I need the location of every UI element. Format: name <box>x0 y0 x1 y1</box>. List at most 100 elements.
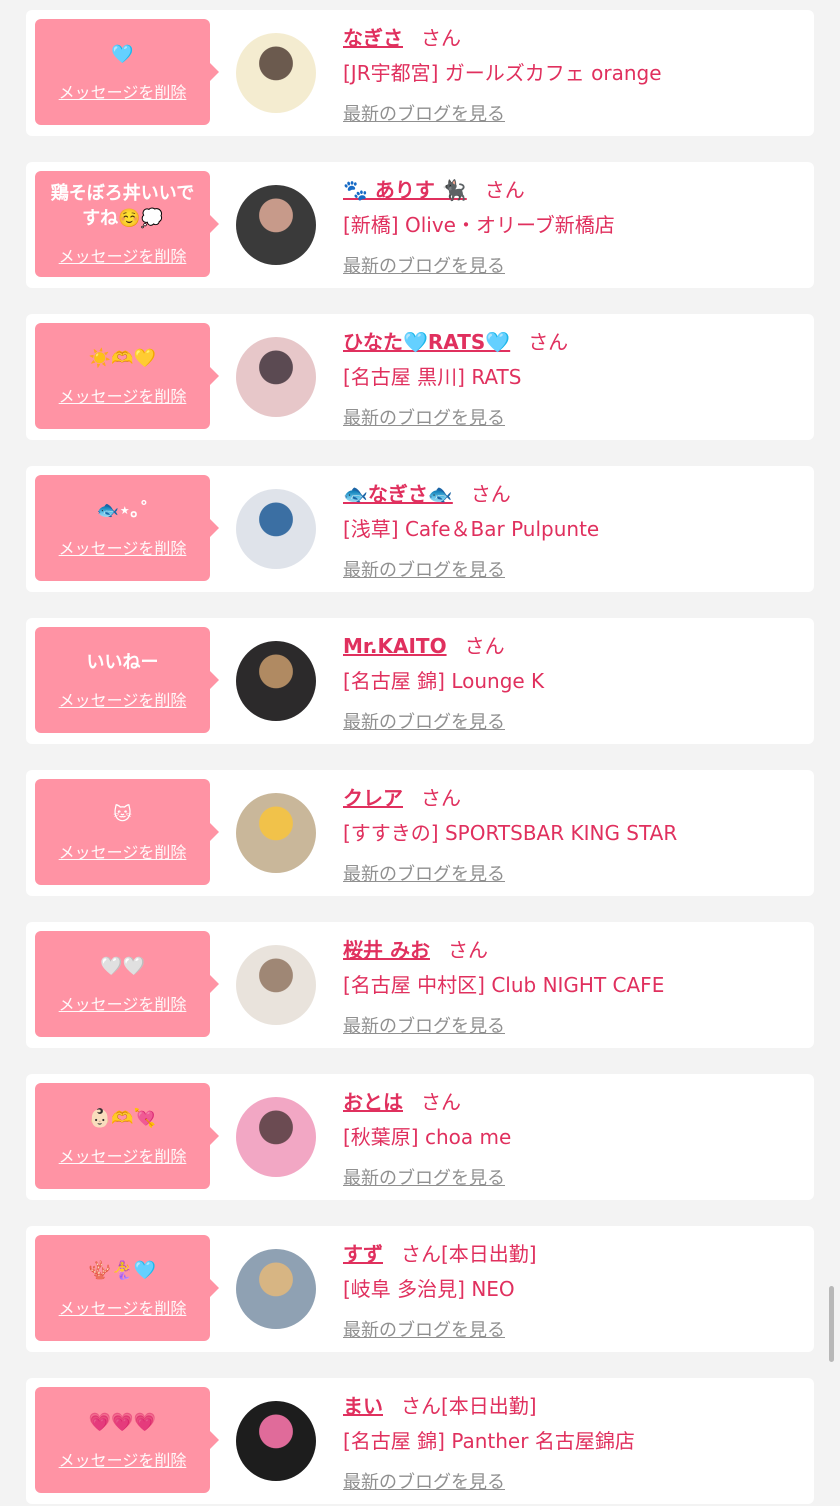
message-card: 🪸🧜‍♀️🩵 メッセージを削除 すず さん [本日出勤] [岐阜 多治見] NE… <box>26 1226 814 1352</box>
name-line: なぎさ さん <box>343 22 461 52</box>
message-text: 🐱 <box>113 803 132 825</box>
shop-name: [JR宇都宮] ガールズカフェ orange <box>343 61 662 85</box>
name-line: クレア さん <box>343 782 461 812</box>
latest-blog-link[interactable]: 最新のブログを見る <box>343 708 505 734</box>
shop-name: [岐阜 多治見] NEO <box>343 1277 515 1301</box>
message-bubble: いいねー メッセージを削除 <box>35 627 219 733</box>
latest-blog-link[interactable]: 最新のブログを見る <box>343 404 505 430</box>
user-name-link[interactable]: まい <box>343 1390 383 1419</box>
user-name-link[interactable]: 🐟なぎさ🐟 <box>343 478 453 507</box>
delete-message-link[interactable]: メッセージを削除 <box>59 1143 187 1167</box>
message-bubble: 💗💗💗 メッセージを削除 <box>35 1387 219 1493</box>
name-line: Mr.KAITO さん <box>343 630 505 660</box>
delete-message-link[interactable]: メッセージを削除 <box>59 839 187 863</box>
honorific: さん <box>401 1242 441 1266</box>
avatar[interactable] <box>236 337 316 417</box>
message-card: いいねー メッセージを削除 Mr.KAITO さん [名古屋 錦] Lounge… <box>26 618 814 744</box>
honorific: さん <box>421 1090 461 1114</box>
honorific: さん <box>528 330 569 354</box>
message-bubble: 🪸🧜‍♀️🩵 メッセージを削除 <box>35 1235 219 1341</box>
shop-name: [名古屋 錦] Lounge K <box>343 669 545 693</box>
name-line: まい さん [本日出勤] <box>343 1390 537 1420</box>
delete-message-link[interactable]: メッセージを削除 <box>59 1295 187 1319</box>
message-bubble: 🩵 メッセージを削除 <box>35 19 219 125</box>
honorific: さん <box>401 1394 441 1418</box>
avatar[interactable] <box>236 1401 316 1481</box>
message-text: ☀️🫶💛 <box>88 347 157 369</box>
name-line: 桜井 みお さん <box>343 934 488 964</box>
scrollbar[interactable] <box>829 1286 834 1362</box>
message-text: 🤍🤍 <box>100 955 145 977</box>
message-text: 鶏そぼろ丼いいですね☺️💭 <box>50 183 195 229</box>
avatar[interactable] <box>236 185 316 265</box>
message-card: 🩵 メッセージを削除 なぎさ さん [JR宇都宮] ガールズカフェ orange… <box>26 10 814 136</box>
work-status: [本日出勤] <box>441 1394 537 1418</box>
delete-message-link[interactable]: メッセージを削除 <box>59 79 187 103</box>
message-bubble: 🐟⋆｡˚ メッセージを削除 <box>35 475 219 581</box>
latest-blog-link[interactable]: 最新のブログを見る <box>343 1012 505 1038</box>
user-name-link[interactable]: 桜井 みお <box>343 934 430 963</box>
name-line: 🐟なぎさ🐟 さん <box>343 478 511 508</box>
latest-blog-link[interactable]: 最新のブログを見る <box>343 252 505 278</box>
message-text: 🩵 <box>111 43 134 65</box>
avatar[interactable] <box>236 33 316 113</box>
honorific: さん <box>484 178 525 202</box>
user-name-link[interactable]: Mr.KAITO <box>343 634 447 658</box>
shop-name: [秋葉原] choa me <box>343 1125 512 1149</box>
message-bubble: ☀️🫶💛 メッセージを削除 <box>35 323 219 429</box>
shop-name: [浅草] Cafe＆Bar Pulpunte <box>343 517 600 541</box>
latest-blog-link[interactable]: 最新のブログを見る <box>343 1316 505 1342</box>
shop-name: [新橋] Olive・オリーブ新橋店 <box>343 213 615 237</box>
message-text: 🐟⋆｡˚ <box>96 499 149 521</box>
message-card: 🐱 メッセージを削除 クレア さん [すすきの] SPORTSBAR KING … <box>26 770 814 896</box>
message-bubble: 鶏そぼろ丼いいですね☺️💭 メッセージを削除 <box>35 171 219 277</box>
name-line: ひなた🩵RATS🩵 さん <box>343 326 568 356</box>
user-name-link[interactable]: 🐾 ありす 🐈‍⬛ <box>343 174 467 203</box>
latest-blog-link[interactable]: 最新のブログを見る <box>343 100 505 126</box>
delete-message-link[interactable]: メッセージを削除 <box>59 535 187 559</box>
message-bubble: 🐱 メッセージを削除 <box>35 779 219 885</box>
delete-message-link[interactable]: メッセージを削除 <box>59 991 187 1015</box>
latest-blog-link[interactable]: 最新のブログを見る <box>343 1164 505 1190</box>
delete-message-link[interactable]: メッセージを削除 <box>59 687 187 711</box>
message-bubble: 👶🏻🫶💘 メッセージを削除 <box>35 1083 219 1189</box>
message-card: 👶🏻🫶💘 メッセージを削除 おとは さん [秋葉原] choa me 最新のブロ… <box>26 1074 814 1200</box>
message-bubble: 🤍🤍 メッセージを削除 <box>35 931 219 1037</box>
message-card: ☀️🫶💛 メッセージを削除 ひなた🩵RATS🩵 さん [名古屋 黒川] RATS… <box>26 314 814 440</box>
user-name-link[interactable]: なぎさ <box>343 22 403 51</box>
message-card: 💗💗💗 メッセージを削除 まい さん [本日出勤] [名古屋 錦] Panthe… <box>26 1378 814 1504</box>
delete-message-link[interactable]: メッセージを削除 <box>59 243 187 267</box>
honorific: さん <box>421 26 461 50</box>
shop-name: [名古屋 錦] Panther 名古屋錦店 <box>343 1429 635 1453</box>
avatar[interactable] <box>236 793 316 873</box>
honorific: さん <box>447 938 488 962</box>
avatar[interactable] <box>236 1249 316 1329</box>
shop-name: [すすきの] SPORTSBAR KING STAR <box>343 821 678 845</box>
message-card: 鶏そぼろ丼いいですね☺️💭 メッセージを削除 🐾 ありす 🐈‍⬛ さん [新橋]… <box>26 162 814 288</box>
message-text: いいねー <box>86 651 159 673</box>
name-line: おとは さん <box>343 1086 461 1116</box>
shop-name: [名古屋 中村区] Club NIGHT CAFE <box>343 973 665 997</box>
delete-message-link[interactable]: メッセージを削除 <box>59 383 187 407</box>
work-status: [本日出勤] <box>441 1242 537 1266</box>
avatar[interactable] <box>236 641 316 721</box>
message-text: 💗💗💗 <box>88 1411 157 1433</box>
name-line: すず さん [本日出勤] <box>343 1238 537 1268</box>
honorific: さん <box>470 482 511 506</box>
user-name-link[interactable]: ひなた🩵RATS🩵 <box>343 326 510 355</box>
message-text: 👶🏻🫶💘 <box>88 1107 157 1129</box>
latest-blog-link[interactable]: 最新のブログを見る <box>343 860 505 886</box>
message-text: 🪸🧜‍♀️🩵 <box>88 1259 157 1281</box>
delete-message-link[interactable]: メッセージを削除 <box>59 1447 187 1471</box>
shop-name: [名古屋 黒川] RATS <box>343 365 522 389</box>
user-name-link[interactable]: クレア <box>343 782 403 811</box>
avatar[interactable] <box>236 489 316 569</box>
latest-blog-link[interactable]: 最新のブログを見る <box>343 1468 505 1494</box>
name-line: 🐾 ありす 🐈‍⬛ さん <box>343 174 525 204</box>
user-name-link[interactable]: おとは <box>343 1086 403 1115</box>
user-name-link[interactable]: すず <box>343 1238 383 1267</box>
avatar[interactable] <box>236 1097 316 1177</box>
honorific: さん <box>421 786 461 810</box>
avatar[interactable] <box>236 945 316 1025</box>
latest-blog-link[interactable]: 最新のブログを見る <box>343 556 505 582</box>
